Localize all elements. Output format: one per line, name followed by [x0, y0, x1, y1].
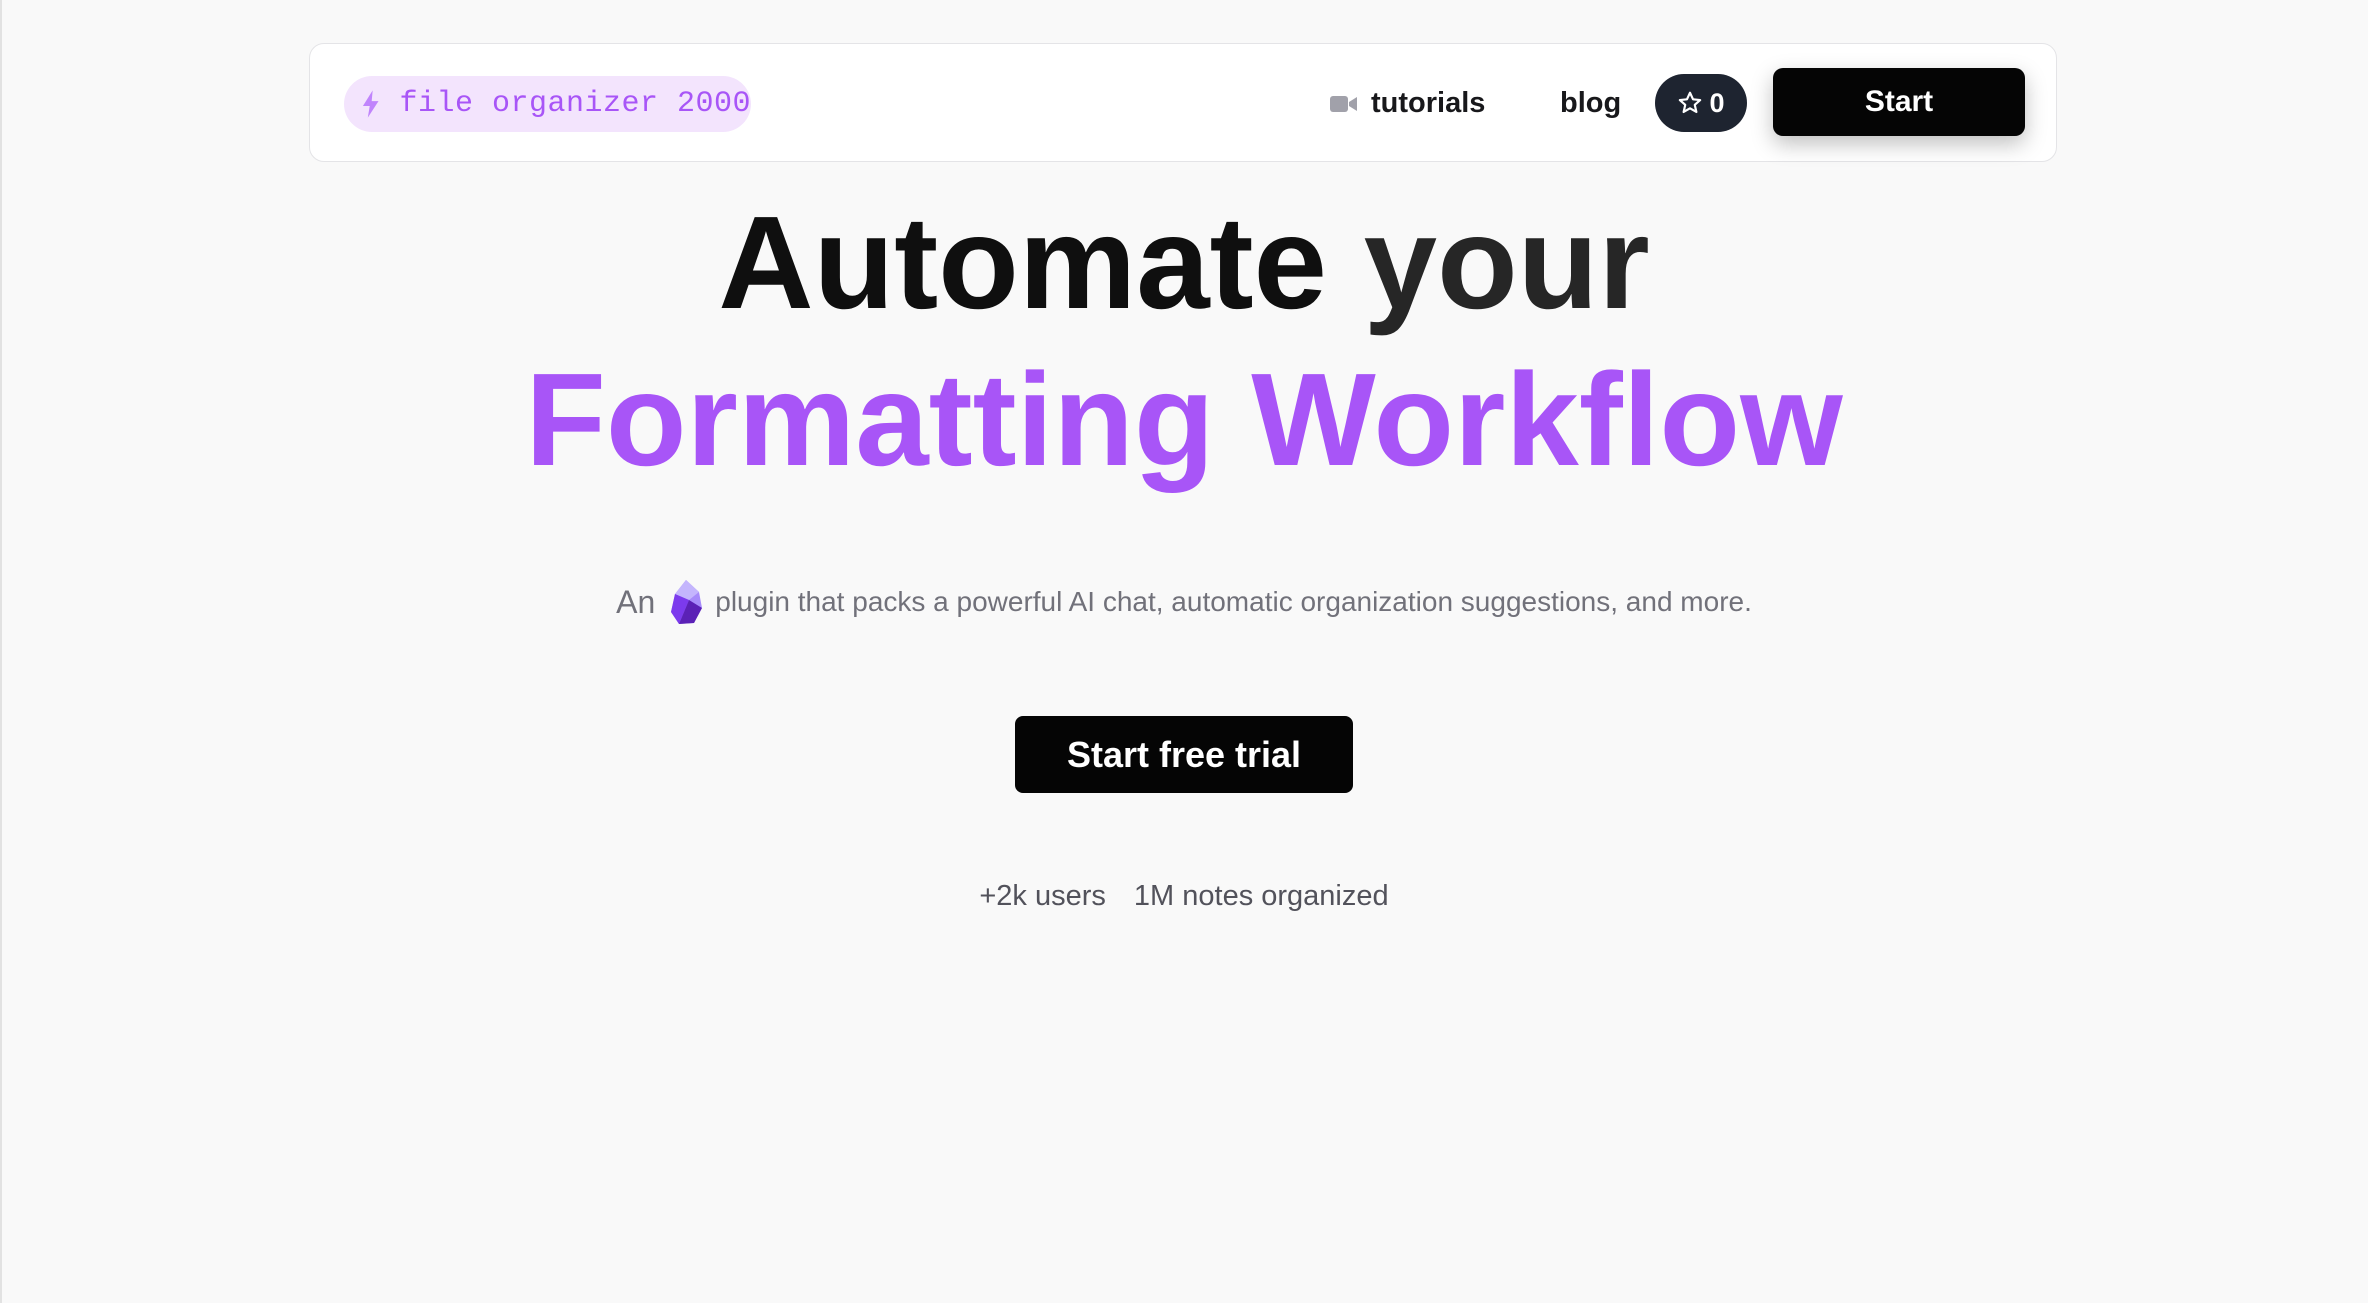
usage-stats: +2k users 1M notes organized	[0, 880, 2368, 913]
nav-link-blog[interactable]: blog	[1560, 44, 1621, 163]
star-count: 0	[1709, 87, 1725, 118]
subtitle-prefix: An	[616, 583, 656, 620]
lightning-icon	[362, 90, 379, 118]
hero-subtitle: An plugin that packs a powerful AI chat,…	[0, 578, 2368, 626]
subtitle-text: plugin that packs a powerful AI chat, au…	[715, 586, 1752, 617]
video-icon	[1330, 95, 1357, 112]
github-star-button[interactable]: 0	[1655, 74, 1747, 132]
hero-headline-part2: your	[1363, 189, 1650, 336]
hero-headline-part1: Automate	[718, 189, 1364, 336]
obsidian-icon	[671, 580, 703, 624]
stat-notes: 1M notes organized	[1133, 880, 1389, 912]
nav-link-tutorials[interactable]: tutorials	[1330, 44, 1485, 163]
hero-headline: Automate your	[0, 188, 2368, 338]
brand-pill[interactable]: file organizer 2000	[344, 76, 751, 132]
stat-users: +2k users	[979, 880, 1106, 912]
hero-headline-accent: Formatting Workflow	[525, 346, 1843, 493]
nav-link-blog-label: blog	[1560, 87, 1622, 119]
star-icon	[1679, 91, 1702, 114]
brand-label: file organizer 2000	[399, 87, 751, 121]
start-free-trial-button[interactable]: Start free trial	[1015, 716, 1353, 793]
top-navbar: file organizer 2000 tutorials blog 0 Sta…	[309, 43, 2057, 162]
nav-link-tutorials-label: tutorials	[1371, 87, 1486, 119]
start-button[interactable]: Start	[1773, 68, 2025, 136]
